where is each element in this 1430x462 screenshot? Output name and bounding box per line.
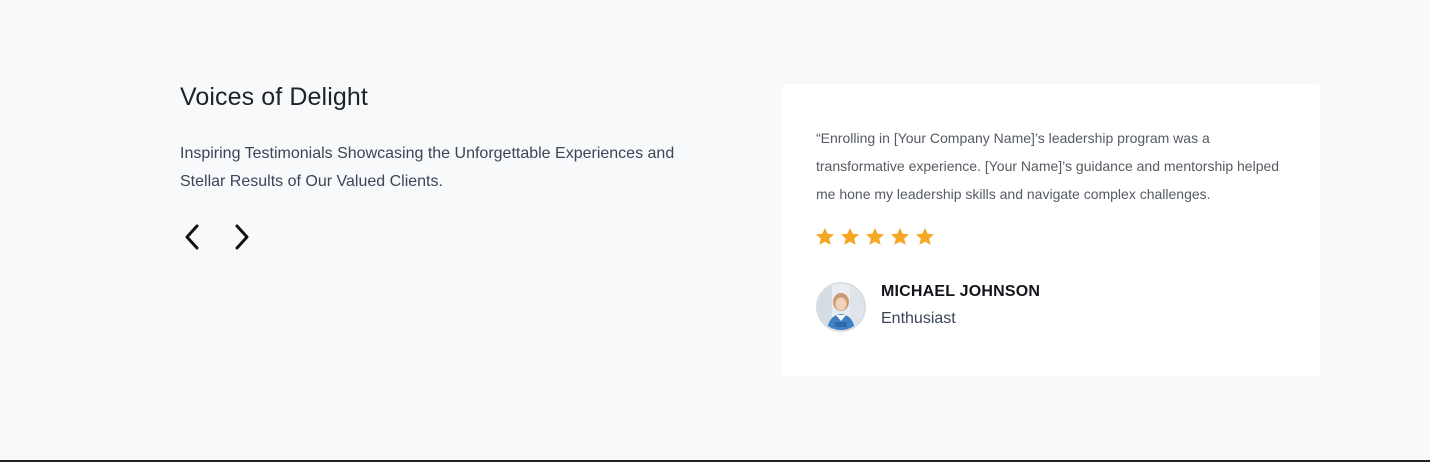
section-heading: Voices of Delight (180, 83, 368, 111)
next-button[interactable] (230, 222, 254, 252)
chevron-right-icon (234, 224, 250, 250)
star-icon (891, 228, 909, 245)
star-icon (866, 228, 884, 245)
star-icon (916, 228, 934, 245)
star-icon (816, 228, 834, 245)
author-info: MICHAEL JOHNSON Enthusiast (881, 282, 1040, 329)
previous-button[interactable] (180, 222, 204, 252)
author-role: Enthusiast (881, 309, 956, 327)
testimonials-intro: Voices of Delight Inspiring Testimonials… (180, 82, 720, 196)
star-rating (814, 226, 936, 248)
carousel-nav (180, 222, 254, 252)
avatar (816, 282, 866, 332)
star-icon (841, 228, 859, 245)
author-name: MICHAEL JOHNSON (881, 282, 1041, 300)
testimonial-card: “Enrolling in [Your Company Name]’s lead… (782, 84, 1320, 376)
section-subtitle: Inspiring Testimonials Showcasing the Un… (180, 145, 675, 190)
chevron-left-icon (184, 224, 200, 250)
testimonials-section: Voices of Delight Inspiring Testimonials… (0, 0, 1430, 460)
testimonial-author: MICHAEL JOHNSON Enthusiast (816, 282, 1040, 332)
testimonial-quote: “Enrolling in [Your Company Name]’s lead… (816, 130, 1280, 202)
